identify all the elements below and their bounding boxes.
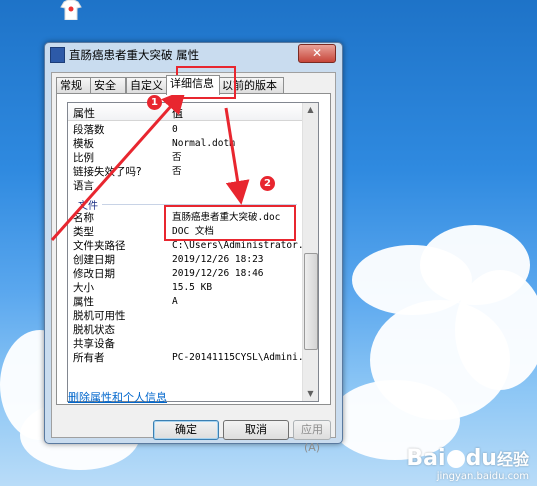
titlebar[interactable]: 直肠癌患者重大突破 属性 ✕: [45, 43, 342, 65]
property-value: C:\Users\Administrator...: [172, 240, 315, 251]
property-name: 比例: [73, 152, 94, 164]
scroll-thumb[interactable]: [304, 253, 318, 350]
column-header-property[interactable]: 属性: [73, 105, 95, 121]
property-value: 15.5 KB: [172, 282, 213, 293]
document-icon: [50, 47, 65, 63]
property-value: A: [172, 296, 178, 307]
property-name: 共享设备: [73, 338, 115, 350]
property-value: 0: [172, 124, 178, 135]
watermark-site: jingyan.baidu.com: [436, 471, 529, 482]
list-item[interactable]: 比例 否: [68, 151, 303, 165]
property-name: 所有者: [73, 352, 105, 364]
list-item[interactable]: 脱机可用性: [68, 309, 303, 323]
dialog-client: 常规 安全 自定义 详细信息 以前的版本 属性 值 段落数 0 模板 Normal.…: [51, 72, 336, 454]
property-name: 脱机可用性: [73, 310, 126, 322]
baidu-logo: Bai du经验: [406, 446, 529, 471]
property-name: 创建日期: [73, 254, 115, 266]
property-name: 类型: [73, 226, 94, 238]
step-badge-1: 1: [147, 95, 162, 110]
property-name: 语言: [73, 180, 94, 192]
window-title: 直肠癌患者重大突破 属性: [69, 48, 200, 62]
list-item[interactable]: 段落数 0: [68, 123, 303, 137]
property-value: 否: [172, 166, 182, 177]
property-name: 名称: [73, 212, 94, 224]
tab-details[interactable]: 详细信息: [166, 75, 220, 95]
property-name: 脱机状态: [73, 324, 115, 336]
step-badge-2: 2: [260, 176, 275, 191]
tab-general[interactable]: 常规: [56, 77, 92, 94]
vertical-scrollbar[interactable]: ▲ ▼: [302, 103, 318, 401]
property-name: 模板: [73, 138, 94, 150]
list-item[interactable]: 修改日期 2019/12/26 18:46: [68, 267, 303, 281]
property-value: 2019/12/26 18:23: [172, 254, 264, 265]
list-item[interactable]: 属性 A: [68, 295, 303, 309]
property-value: PC-20141115CYSL\Admini...: [172, 352, 315, 363]
property-name: 修改日期: [73, 268, 115, 280]
close-button[interactable]: ✕: [298, 44, 336, 63]
list-item[interactable]: 文件夹路径 C:\Users\Administrator...: [68, 239, 315, 253]
list-item[interactable]: 共享设备: [68, 337, 303, 351]
property-name: 链接失效了吗?: [73, 166, 142, 178]
tab-custom[interactable]: 自定义: [126, 77, 171, 94]
properties-window: 直肠癌患者重大突破 属性 ✕ 常规 安全 自定义 详细信息 以前的版本 属性 值…: [44, 42, 343, 454]
ok-button[interactable]: 确定: [153, 420, 219, 440]
property-value: 否: [172, 152, 182, 163]
list-item[interactable]: 所有者 PC-20141115CYSL\Admini...: [68, 351, 315, 365]
paw-icon: [446, 450, 465, 468]
remove-properties-link[interactable]: 删除属性和个人信息: [68, 389, 167, 405]
property-value: Normal.dotm: [172, 138, 235, 149]
list-header: 属性 值: [68, 103, 303, 121]
scroll-down-icon[interactable]: ▼: [303, 387, 318, 401]
list-item[interactable]: 创建日期 2019/12/26 18:23: [68, 253, 303, 267]
list-item[interactable]: 脱机状态: [68, 323, 303, 337]
property-name: 段落数: [73, 124, 105, 136]
desktop-shirt-icon[interactable]: [60, 0, 82, 21]
scroll-up-icon[interactable]: ▲: [303, 103, 318, 117]
highlight-file-name: [164, 205, 296, 241]
group-label-file: 文件: [78, 201, 98, 212]
details-panel: 属性 值 段落数 0 模板 Normal.dotm 比例否 链接失效了吗? 否 语言 …: [56, 93, 331, 405]
baidu-watermark: Bai du经验 jingyan.baidu.com: [406, 446, 529, 482]
property-value: 2019/12/26 18:46: [172, 268, 264, 279]
property-name: 文件夹路径: [73, 240, 126, 252]
property-list[interactable]: 属性 值 段落数 0 模板 Normal.dotm 比例否 链接失效了吗? 否 语言 …: [67, 102, 319, 402]
list-item[interactable]: 大小 15.5 KB: [68, 281, 303, 295]
property-name: 属性: [73, 296, 94, 308]
property-name: 大小: [73, 282, 94, 294]
list-item[interactable]: 模板 Normal.dotm: [68, 137, 303, 151]
column-header-value[interactable]: 值: [172, 105, 183, 121]
tab-security[interactable]: 安全: [90, 77, 126, 94]
cancel-button[interactable]: 取消: [223, 420, 289, 440]
apply-button[interactable]: 应用(A): [293, 420, 331, 454]
